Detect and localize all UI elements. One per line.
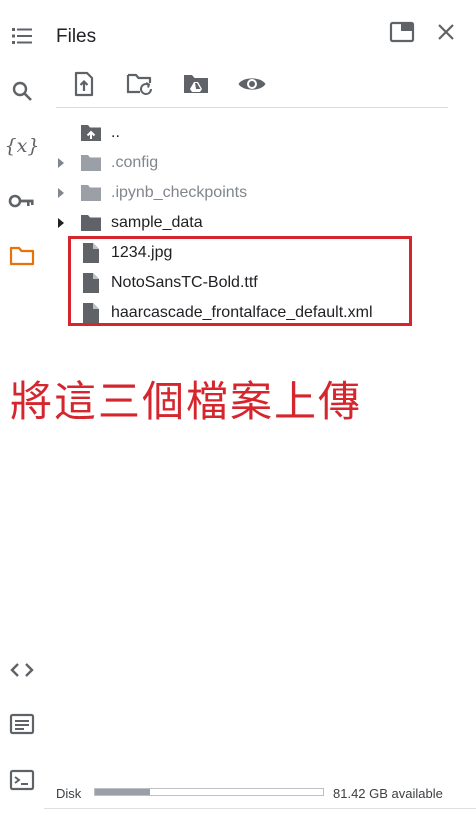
disk-label: Disk xyxy=(56,785,82,801)
disk-status: Disk 81.42 GB available xyxy=(56,784,476,802)
refresh-folder-icon[interactable] xyxy=(122,66,158,102)
folder-icon xyxy=(80,148,102,178)
file-name: .ipynb_checkpoints xyxy=(111,184,248,201)
expand-caret-icon[interactable] xyxy=(56,208,66,238)
annotation-text: 將這三個檔案上傳 xyxy=(10,378,363,425)
highlight-box xyxy=(68,236,412,326)
open-in-tab-icon[interactable] xyxy=(386,16,418,48)
file-row-sample-data[interactable]: sample_data xyxy=(44,208,424,238)
file-name: .config xyxy=(111,154,159,171)
code-icon[interactable] xyxy=(4,652,40,688)
terminal-icon[interactable] xyxy=(4,762,40,798)
folder-icon xyxy=(80,208,102,238)
file-row-parent[interactable]: .. xyxy=(44,118,424,148)
file-row-ipynb-checkpoints[interactable]: .ipynb_checkpoints xyxy=(44,178,424,208)
folder-icon xyxy=(80,178,102,208)
disk-usage-fill xyxy=(95,789,150,795)
table-of-contents-icon[interactable] xyxy=(4,18,40,54)
command-palette-icon[interactable] xyxy=(4,706,40,742)
panel-title: Files xyxy=(56,26,97,47)
eye-icon[interactable] xyxy=(234,66,270,102)
variables-icon[interactable]: {x} xyxy=(4,128,40,164)
bottom-divider xyxy=(44,808,476,809)
upload-icon[interactable] xyxy=(66,66,102,102)
variables-icon-label: {x} xyxy=(4,135,40,157)
disk-usage-bar xyxy=(94,788,324,796)
toolbar-divider xyxy=(56,107,448,108)
files-panel: Files .. .config .ipynb_checkpoints samp… xyxy=(10,0,476,815)
close-icon[interactable] xyxy=(430,16,462,48)
folder-icon[interactable] xyxy=(4,238,40,274)
key-icon[interactable] xyxy=(4,183,40,219)
disk-available: 81.42 GB available xyxy=(333,785,443,801)
file-name: sample_data xyxy=(111,214,203,231)
folder-up-icon xyxy=(80,118,102,148)
expand-caret-icon[interactable] xyxy=(56,178,66,208)
expand-caret-icon[interactable] xyxy=(56,148,66,178)
mount-drive-icon[interactable] xyxy=(178,66,214,102)
search-icon[interactable] xyxy=(4,73,40,109)
file-name: .. xyxy=(111,124,120,141)
file-row-config[interactable]: .config xyxy=(44,148,424,178)
